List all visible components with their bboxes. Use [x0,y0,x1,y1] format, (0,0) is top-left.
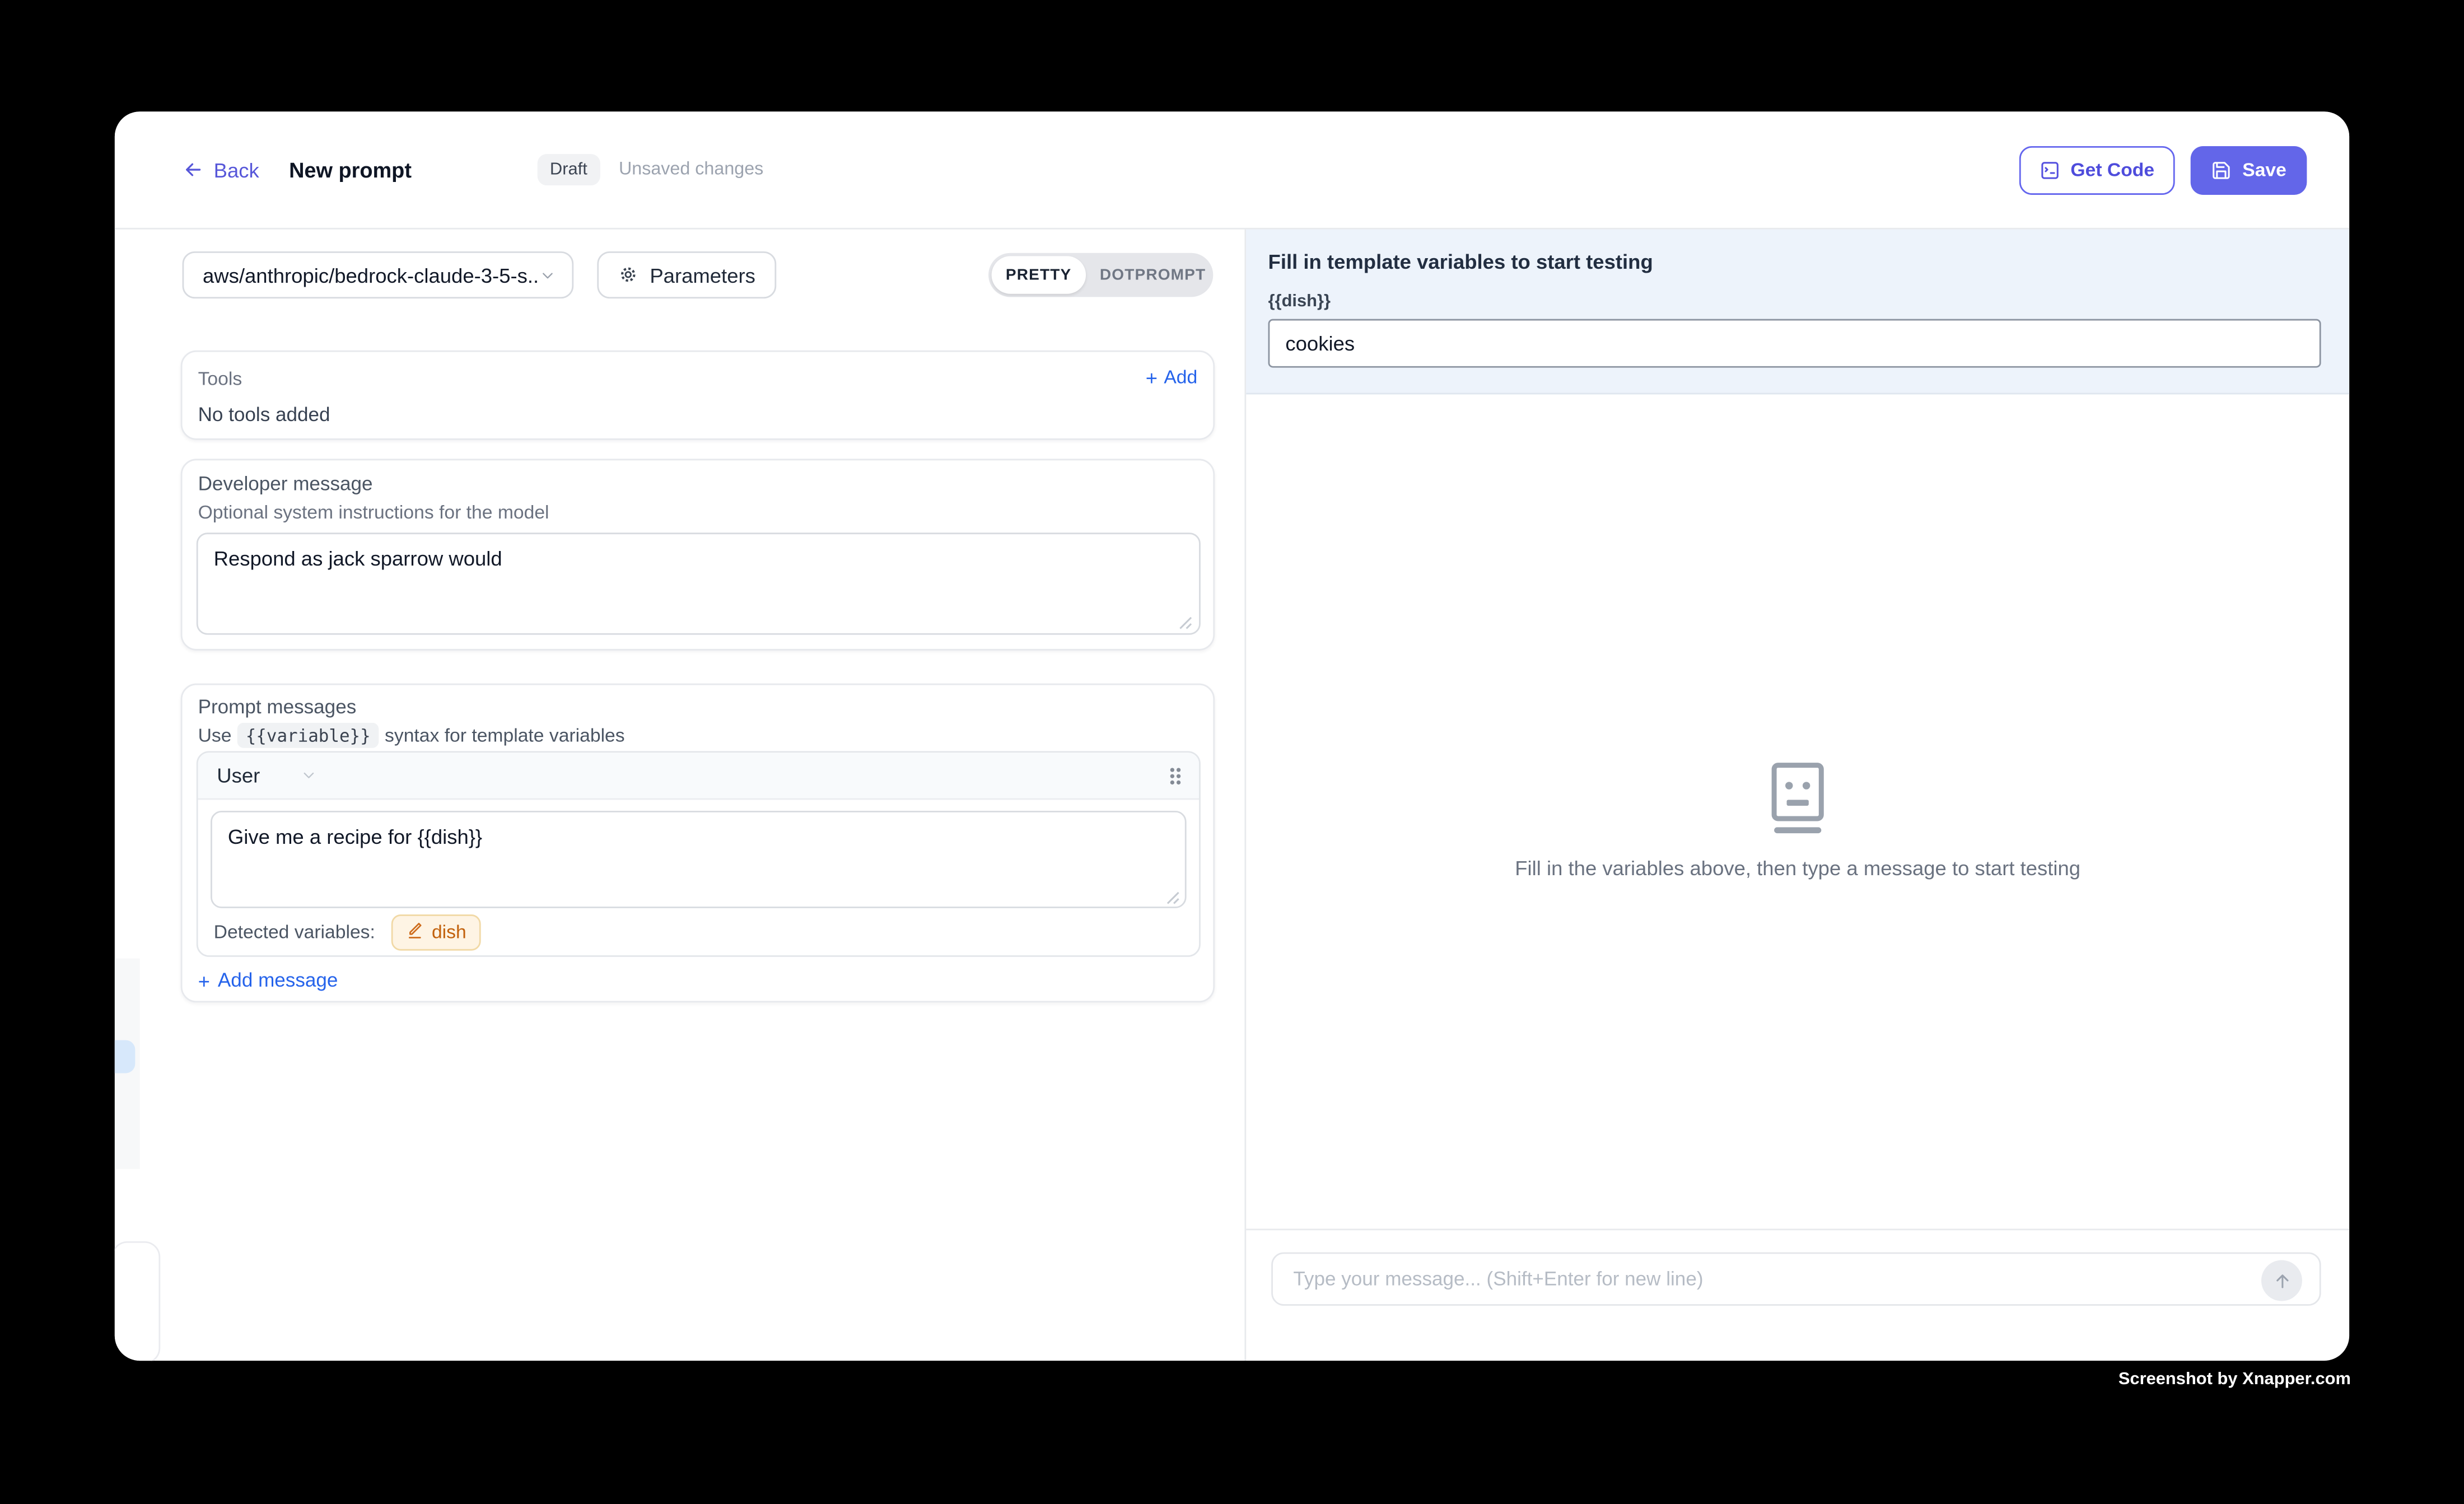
variable-badge-label: dish [432,921,466,942]
chat-message-input[interactable] [1290,1267,2253,1292]
add-message-label: Add message [218,969,338,991]
robot-icon [1768,762,1828,834]
user-message-textarea[interactable]: Give me a recipe for {{dish}} [211,811,1187,908]
message-item: User Give me a recipe for {{dish}} Detec… [197,751,1201,957]
tester-header: Fill in template variables to start test… [1246,230,2349,394]
background-highlight-chip [115,1040,135,1073]
back-arrow-icon [183,159,204,181]
plus-icon: + [1146,368,1158,386]
back-label: Back [214,158,259,181]
chevron-down-icon [539,267,556,284]
send-button[interactable] [2261,1260,2302,1301]
description-suffix: syntax for template variables [385,725,625,746]
add-tool-button[interactable]: + Add [1146,366,1197,388]
tools-empty-text: No tools added [198,404,330,426]
variable-badge-dish[interactable]: dish [391,914,480,950]
toggle-option-pretty[interactable]: PRETTY [992,256,1086,293]
view-toggle: PRETTY DOTPROMPT [988,253,1213,297]
plus-icon: + [198,972,210,989]
prompt-messages-label: Prompt messages [198,696,357,718]
screenshot-stage: Back New prompt Draft Unsaved changes Ge… [0,0,2464,1504]
developer-message-label: Developer message [198,473,373,495]
developer-message-description: Optional system instructions for the mod… [198,501,549,523]
description-prefix: Use [198,725,232,746]
role-selector[interactable]: User [217,764,260,787]
send-arrow-icon [2271,1271,2292,1291]
add-tool-label: Add [1164,366,1197,388]
message-header: User [198,753,1199,800]
detected-variables-row: Detected variables: dish [214,912,480,952]
back-button[interactable]: Back [183,158,259,181]
background-corner-card [115,1241,160,1361]
developer-message-textarea[interactable]: Respond as jack sparrow would [197,533,1201,634]
page-title: New prompt [289,158,412,181]
prompt-messages-card: Prompt messages Use {{variable}} syntax … [181,684,1215,1003]
add-message-button[interactable]: + Add message [198,969,338,991]
get-code-button[interactable]: Get Code [2019,146,2175,194]
header: Back New prompt Draft Unsaved changes Ge… [115,111,2349,230]
tools-card: Tools + Add No tools added [181,351,1215,440]
status-badge: Draft [537,154,600,185]
grip-vertical-icon[interactable] [1168,764,1183,786]
developer-message-card: Developer message Optional system instru… [181,459,1215,650]
variable-value-input[interactable] [1268,319,2321,368]
detected-variables-label: Detected variables: [214,921,375,942]
parameters-button[interactable]: Parameters [597,251,776,298]
tester-empty-state: Fill in the variables above, then type a… [1246,762,2349,880]
parameters-label: Parameters [650,263,755,287]
model-selector-value: aws/anthropic/bedrock-claude-3-5-s... [203,263,539,287]
gear-icon [618,264,639,286]
save-label: Save [2242,159,2286,181]
chat-divider [1246,1229,2349,1230]
save-button[interactable]: Save [2191,146,2307,194]
chat-input-container [1271,1252,2321,1305]
chevron-down-icon[interactable] [301,767,318,784]
unsaved-changes-text: Unsaved changes [619,161,763,180]
watermark: Screenshot by Xnapper.com [2118,1370,2351,1389]
pencil-icon [405,922,424,941]
variable-name-label: {{dish}} [1268,292,1331,311]
prompt-messages-description: Use {{variable}} syntax for template var… [198,723,625,748]
get-code-label: Get Code [2070,159,2154,181]
tester-title: Fill in template variables to start test… [1268,250,1653,274]
tools-label: Tools [198,368,242,390]
terminal-icon [2039,160,2059,180]
tester-empty-text: Fill in the variables above, then type a… [1246,856,2349,880]
app-window: Back New prompt Draft Unsaved changes Ge… [115,111,2349,1361]
save-icon [2211,160,2231,180]
toggle-option-dotprompt[interactable]: DOTPROMPT [1086,267,1220,284]
model-selector[interactable]: aws/anthropic/bedrock-claude-3-5-s... [183,251,574,298]
variable-syntax-chip: {{variable}} [238,723,379,748]
